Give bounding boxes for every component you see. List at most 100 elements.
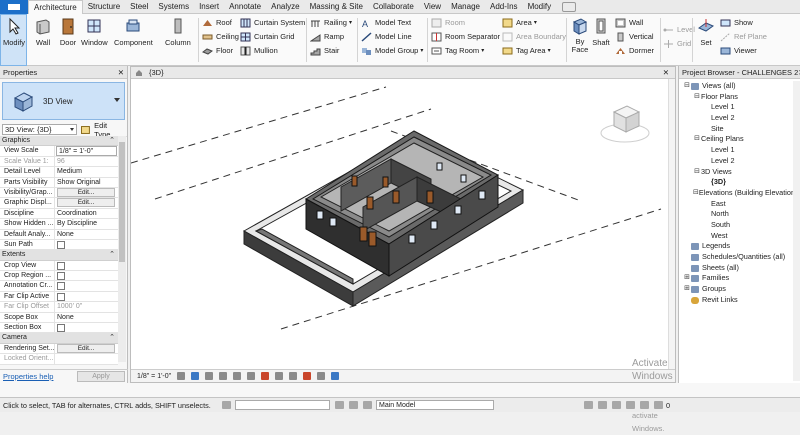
property-row[interactable]: Scale Value 1: 96 (0, 156, 118, 168)
ribbon-tab-modify[interactable]: Modify (523, 0, 557, 14)
model-canvas[interactable] (131, 79, 675, 371)
property-value[interactable] (55, 323, 118, 333)
tree-node[interactable]: ⊟ Floor Plans (679, 92, 793, 103)
dormer-button[interactable]: Dormer (615, 44, 654, 57)
edit-button[interactable]: Edit... (57, 343, 115, 353)
grid-button[interactable]: Grid (663, 37, 691, 50)
expand-icon[interactable]: ⊞ (683, 273, 691, 284)
properties-scrollbar[interactable] (118, 136, 126, 362)
select-links-icon[interactable] (584, 401, 593, 409)
property-row[interactable]: Scope Box None (0, 312, 118, 324)
tree-node[interactable]: Level 2 (679, 113, 793, 124)
property-row[interactable]: Detail Level Medium (0, 167, 118, 178)
property-value[interactable] (55, 240, 118, 249)
tree-node[interactable]: Site (679, 124, 793, 135)
ribbon-tab-collaborate[interactable]: Collaborate (368, 0, 419, 14)
ribbon-tab-insert[interactable]: Insert (194, 0, 224, 14)
by-face-button[interactable]: By Face (571, 17, 589, 54)
highlight-displacement-icon[interactable] (331, 372, 340, 380)
property-row[interactable]: Locked Orient... (0, 354, 118, 365)
component-button[interactable]: Component (114, 17, 153, 47)
tree-node[interactable]: {3D} (679, 177, 793, 188)
property-value[interactable]: Coordination (55, 209, 118, 218)
ribbon-tab-steel[interactable]: Steel (125, 0, 153, 14)
property-value[interactable]: None (55, 313, 118, 322)
property-row[interactable]: Crop View (0, 260, 118, 272)
property-group-extents[interactable]: Extents ⌃ (0, 250, 118, 261)
collapse-icon[interactable]: ⌃ (109, 333, 115, 342)
tag-room-button[interactable]: Tag Room ▾ (431, 44, 484, 57)
type-selector[interactable]: 3D View (2, 82, 125, 120)
ribbon-tab-view[interactable]: View (419, 0, 446, 14)
tree-node[interactable]: ⊟ Ceiling Plans (679, 134, 793, 145)
3d-viewport[interactable]: {3D} ✕ 1/8" = 1'-0" Activate Windows act… (130, 66, 676, 433)
workset-icon[interactable] (222, 401, 231, 409)
view-scale[interactable]: 1/8" = 1'-0" (137, 373, 171, 380)
apply-button[interactable]: Apply (77, 371, 125, 382)
collapse-icon[interactable]: ⊟ (693, 134, 701, 145)
select-pinned-icon[interactable] (612, 401, 621, 409)
property-row[interactable]: Default Analy... None (0, 229, 118, 240)
property-row[interactable]: Crop Region ... (0, 271, 118, 282)
filter-icon[interactable] (654, 401, 663, 409)
sun-path-icon[interactable] (205, 372, 214, 380)
property-row[interactable]: Visibility/Grap... Edit... (0, 187, 118, 199)
sync-icon[interactable] (349, 401, 358, 409)
property-row[interactable]: Rendering Set... Edit... (0, 343, 118, 355)
room-button[interactable]: Room (431, 16, 465, 29)
tree-node[interactable]: East (679, 199, 793, 210)
checkbox[interactable] (57, 324, 65, 333)
render-icon[interactable] (233, 372, 242, 380)
ribbon-tab-analyze[interactable]: Analyze (266, 0, 304, 14)
ref-plane-button[interactable]: Ref Plane (720, 30, 767, 43)
property-value[interactable] (55, 281, 118, 291)
model-group-button[interactable]: Model Group ▾ (361, 44, 423, 57)
shaft-button[interactable]: Shaft (592, 17, 610, 47)
property-value[interactable]: By Discipline (55, 219, 118, 228)
file-menu-button[interactable] (0, 0, 28, 14)
workset-field[interactable] (235, 400, 330, 410)
property-value[interactable]: 1/8" = 1'-0" (56, 146, 117, 156)
analytical-model-icon[interactable] (317, 372, 326, 380)
property-value[interactable]: Edit... (55, 343, 118, 353)
mullion-button[interactable]: Mullion (240, 44, 278, 57)
ceiling-button[interactable]: Ceiling (202, 30, 239, 43)
vertical-button[interactable]: Vertical (615, 30, 654, 43)
property-group-camera[interactable]: Camera ⌃ (0, 333, 118, 344)
viewer-button[interactable]: Viewer (720, 44, 757, 57)
instance-filter-dropdown[interactable]: 3D View: {3D} (2, 124, 78, 135)
tree-node[interactable]: Schedules/Quantities (all) (679, 252, 793, 263)
checkbox[interactable] (57, 261, 65, 270)
collapse-icon[interactable]: ⌃ (109, 136, 115, 145)
expand-icon[interactable]: ⊞ (683, 284, 691, 295)
window-button[interactable]: Window (81, 17, 108, 47)
shadows-icon[interactable] (219, 372, 228, 380)
tree-node[interactable]: North (679, 209, 793, 220)
close-view-icon[interactable]: ✕ (663, 68, 669, 77)
temporary-hide-icon[interactable] (289, 372, 298, 380)
viewport-scrollbar[interactable] (668, 79, 675, 370)
property-value[interactable]: Show Original (55, 178, 118, 187)
checkbox[interactable] (57, 292, 65, 301)
property-value[interactable]: None (55, 230, 118, 239)
model-line-button[interactable]: Model Line (361, 30, 412, 43)
detail-level-icon[interactable] (177, 372, 186, 380)
roof-button[interactable]: Roof (202, 16, 232, 29)
tree-node[interactable]: ⊞ Groups (679, 284, 793, 295)
level-button[interactable]: Level (663, 23, 695, 36)
tree-node[interactable]: West (679, 231, 793, 242)
property-row[interactable]: Far Clip Offset 1000' 0" (0, 302, 118, 313)
railing-button[interactable]: Railing ▾ (310, 16, 352, 29)
tree-node[interactable]: Level 2 (679, 156, 793, 167)
tree-node[interactable]: South (679, 220, 793, 231)
property-row[interactable]: Section Box (0, 323, 118, 334)
set-workplane-button[interactable]: Set (697, 17, 715, 47)
area-boundary-button[interactable]: Area Boundary (502, 30, 566, 43)
property-value[interactable] (55, 292, 118, 301)
door-button[interactable]: Door (59, 17, 77, 47)
tree-node[interactable]: Sheets (all) (679, 263, 793, 274)
column-button[interactable]: Column (165, 17, 191, 47)
tree-node[interactable]: ⊟ Elevations (Building Elevation) (679, 188, 797, 199)
ribbon-tab-manage[interactable]: Manage (446, 0, 485, 14)
curtain-system-button[interactable]: Curtain System (240, 16, 305, 29)
